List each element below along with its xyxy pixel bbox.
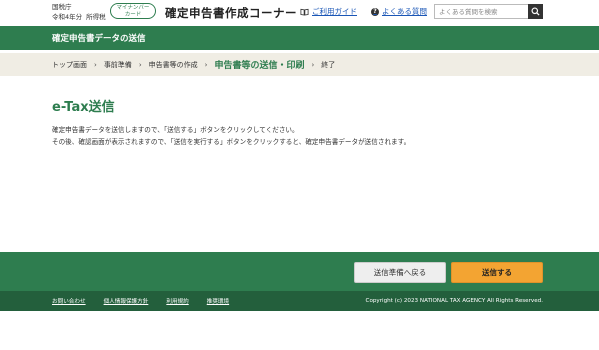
app-title: 確定申告書作成コーナー <box>165 6 297 20</box>
question-circle-icon: ? <box>371 7 379 16</box>
faq-label: よくある質問 <box>382 7 427 16</box>
breadcrumb-item: トップ画面 <box>52 60 87 69</box>
breadcrumb-separator: › <box>94 60 97 69</box>
action-bar: 送信準備へ戻る 送信する <box>0 252 599 291</box>
breadcrumb: トップ画面 › 事前準備 › 申告書等の作成 › 申告書等の送信・印刷 › 終了 <box>52 53 335 76</box>
breadcrumb-item: 申告書等の送信・印刷 <box>214 61 305 71</box>
agency-info: 国税庁 令和4年分 所得税 <box>52 2 110 22</box>
breadcrumb-separator: › <box>311 60 315 69</box>
page-title: 確定申告書データの送信 <box>52 34 146 44</box>
mynumber-card-button[interactable]: マイナンバー カード <box>110 3 156 19</box>
faq-search <box>434 4 543 19</box>
breadcrumb-separator: › <box>138 60 142 69</box>
section-heading: e-Tax送信 <box>52 100 115 115</box>
breadcrumb-item: 終了 <box>321 60 336 69</box>
breadcrumb-item: 事前準備 <box>103 60 132 69</box>
agency-name: 国税庁 <box>52 3 72 11</box>
faq-link[interactable]: ? よくある質問 <box>371 6 427 17</box>
faq-search-input[interactable] <box>434 4 528 19</box>
search-icon <box>531 7 540 16</box>
page-title-bar: 確定申告書データの送信 <box>0 26 599 50</box>
search-button[interactable] <box>528 4 543 19</box>
mynumber-card-label-2: カード <box>124 11 142 18</box>
instruction-text-2: その後、確認画面が表示されますので、「送信を実行する」ボタンをクリックすると、確… <box>52 138 411 146</box>
copyright: Copyright (c) 2023 NATIONAL TAX AGENCY A… <box>365 298 543 304</box>
breadcrumb-separator: › <box>204 60 208 69</box>
send-button[interactable]: 送信する <box>451 262 543 283</box>
footer-link[interactable]: 個人情報保護方針 <box>104 297 149 305</box>
book-icon <box>300 8 309 16</box>
footer-link[interactable]: 推奨環境 <box>207 297 229 305</box>
footer-link[interactable]: 利用規約 <box>166 297 188 305</box>
footer-links: お問い合わせ 個人情報保護方針 利用規約 推奨環境 <box>52 291 247 311</box>
back-to-preparation-button[interactable]: 送信準備へ戻る <box>354 262 446 283</box>
footer-link[interactable]: お問い合わせ <box>52 297 86 305</box>
breadcrumb-bar: トップ画面 › 事前準備 › 申告書等の作成 › 申告書等の送信・印刷 › 終了 <box>0 53 599 76</box>
guide-link[interactable]: ご利用ガイド <box>300 6 357 17</box>
guide-label: ご利用ガイド <box>312 7 357 16</box>
mynumber-card-label-1: マイナンバー <box>116 5 150 11</box>
footer: お問い合わせ 個人情報保護方針 利用規約 推奨環境 Copyright (c) 202… <box>0 291 599 311</box>
main-content: e-Tax送信 確定申告書データを送信しますので、「送信する」ボタンをクリックし… <box>52 96 552 148</box>
instruction-text-1: 確定申告書データを送信しますので、「送信する」ボタンをクリックしてください。 <box>52 126 299 134</box>
tax-year: 令和4年分 <box>52 13 83 21</box>
tax-type: 所得税 <box>86 13 106 21</box>
breadcrumb-item: 申告書等の作成 <box>148 60 198 69</box>
header: 国税庁 令和4年分 所得税 マイナンバー カード 確定申告書作成コーナー ご利用ガ… <box>0 0 599 26</box>
